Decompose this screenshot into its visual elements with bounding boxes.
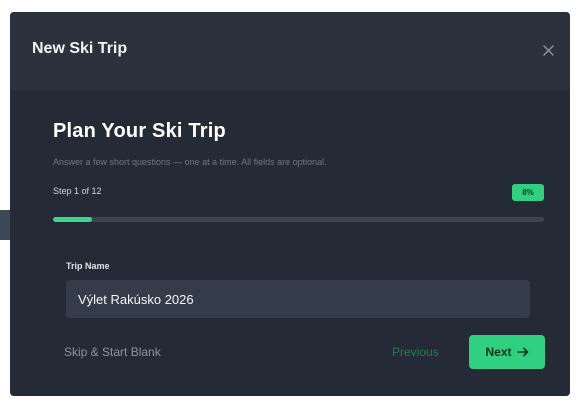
close-button[interactable] — [538, 40, 558, 60]
next-button-label: Next — [485, 345, 512, 359]
progress-percent-badge: 8% — [512, 184, 544, 201]
screen: New Ski Trip Plan Your Ski Trip Answer a… — [0, 0, 576, 408]
wizard-heading: Plan Your Ski Trip — [53, 120, 226, 142]
dialog-header: New Ski Trip — [10, 12, 570, 90]
trip-name-label: Trip Name — [66, 261, 110, 271]
progress-bar-fill — [53, 217, 93, 222]
previous-button[interactable]: Previous — [392, 345, 439, 359]
arrow-right-icon — [516, 347, 528, 357]
wizard-subtitle: Answer a few short questions — one at a … — [53, 157, 327, 167]
trip-name-input[interactable] — [66, 280, 530, 318]
new-ski-trip-dialog: New Ski Trip Plan Your Ski Trip Answer a… — [10, 12, 570, 396]
close-icon — [542, 44, 554, 56]
progress-bar — [53, 217, 544, 222]
step-counter: Step 1 of 12 — [53, 186, 102, 196]
dialog-body: Plan Your Ski Trip Answer a few short qu… — [10, 90, 570, 396]
background-window-edge — [0, 210, 10, 240]
dialog-title: New Ski Trip — [32, 40, 128, 57]
skip-and-start-blank-button[interactable]: Skip & Start Blank — [64, 345, 161, 359]
next-button[interactable]: Next — [469, 335, 545, 369]
